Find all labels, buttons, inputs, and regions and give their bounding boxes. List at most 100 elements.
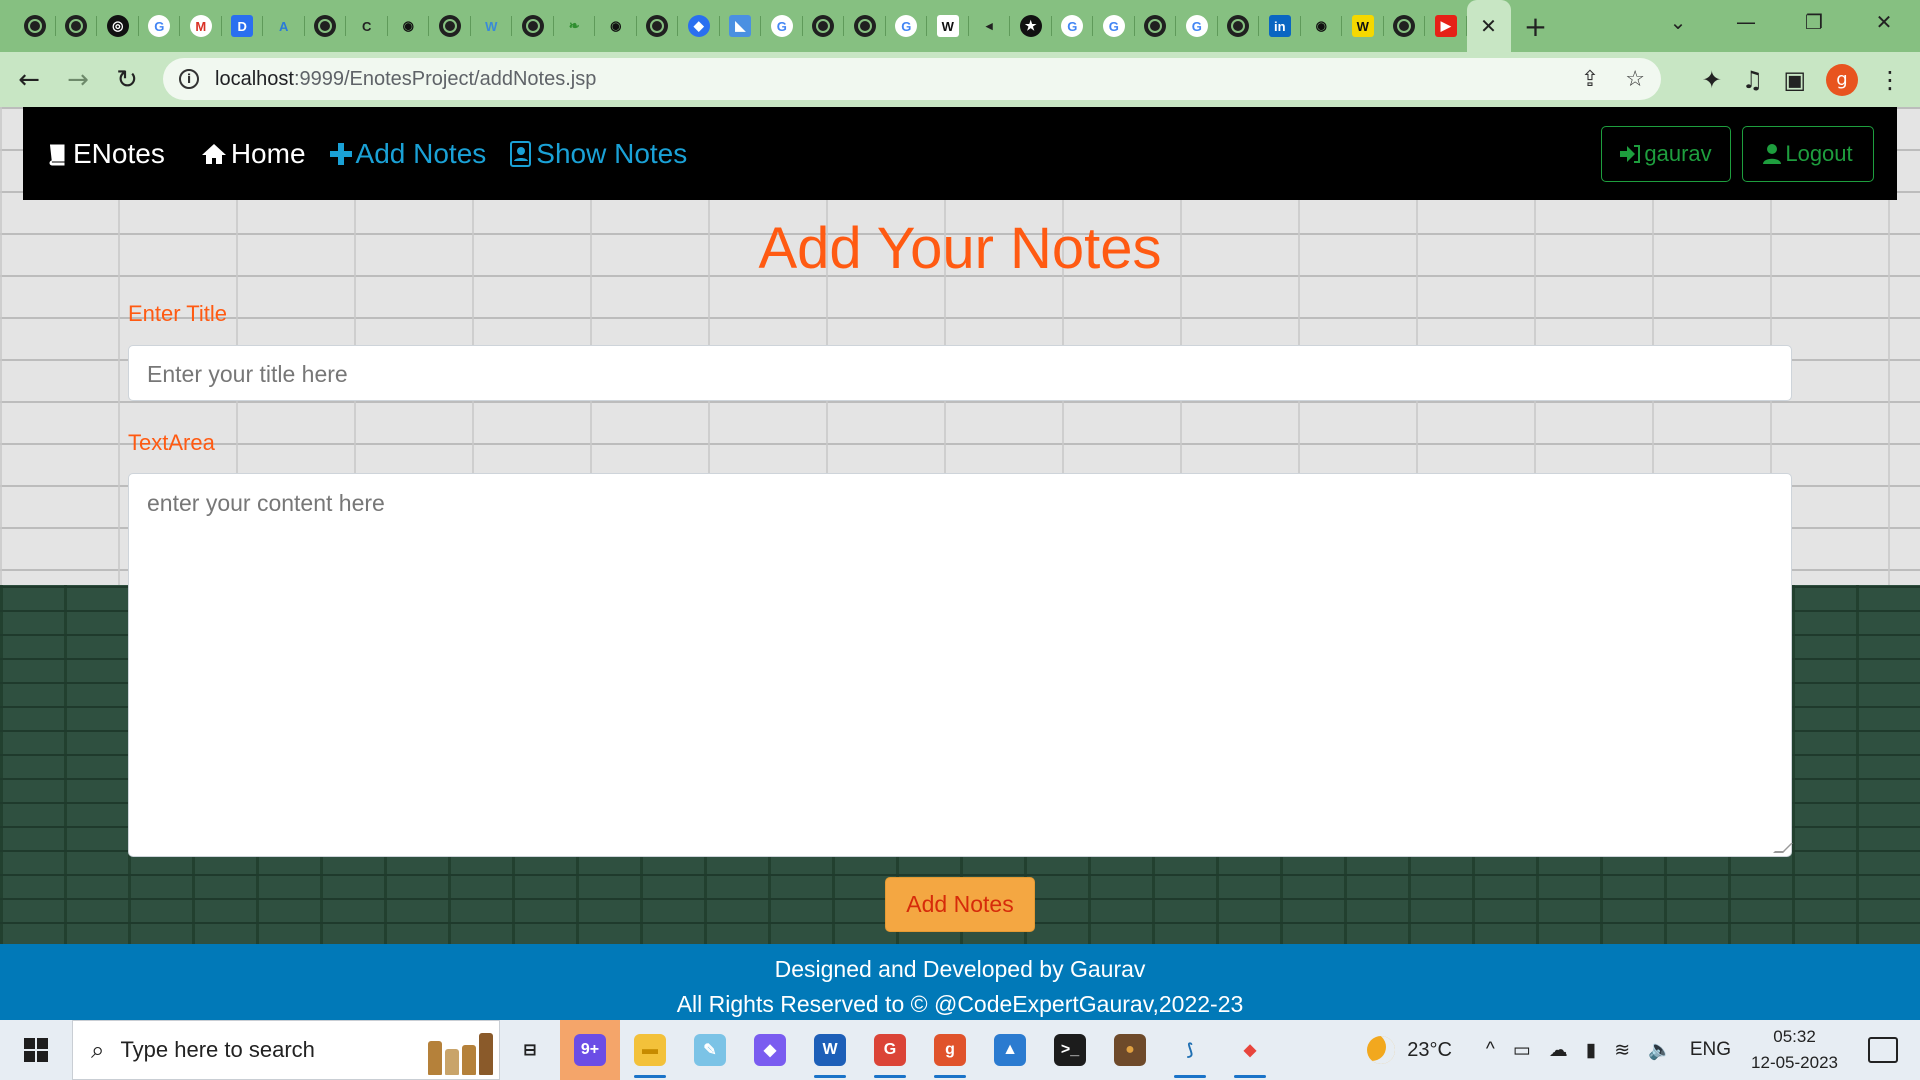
active-tab[interactable]: ✕: [1466, 0, 1511, 52]
browser-tab[interactable]: [1384, 0, 1426, 52]
browser-tab[interactable]: [844, 0, 886, 52]
browser-tab[interactable]: [56, 0, 98, 52]
browser-tab[interactable]: C: [346, 0, 388, 52]
browser-tab[interactable]: W: [927, 0, 969, 52]
browser-tab[interactable]: ◉: [388, 0, 430, 52]
taskbar-app[interactable]: G: [860, 1020, 920, 1080]
side-panel-icon[interactable]: ▣: [1783, 66, 1806, 94]
nav-home[interactable]: Home: [201, 138, 306, 170]
nav-home-label: Home: [230, 137, 306, 169]
browser-tab[interactable]: G: [886, 0, 928, 52]
site-info-icon[interactable]: i: [179, 69, 199, 89]
browser-tab[interactable]: G: [1176, 0, 1218, 52]
meet-now-icon[interactable]: ▭: [1513, 1039, 1531, 1062]
tab-search-button[interactable]: ⌄: [1644, 0, 1712, 44]
minimize-button[interactable]: —: [1712, 0, 1780, 44]
user-button[interactable]: gaurav: [1601, 126, 1731, 182]
codechef-icon: C: [355, 15, 378, 37]
close-window-button[interactable]: ✕: [1850, 0, 1918, 44]
book-icon: [49, 144, 65, 165]
browser-tab[interactable]: W: [471, 0, 513, 52]
content-textarea[interactable]: enter your content here: [128, 473, 1793, 857]
resize-handle[interactable]: [1773, 843, 1793, 853]
browser-tab[interactable]: ◎: [97, 0, 139, 52]
onedrive-icon[interactable]: ☁: [1549, 1039, 1568, 1062]
browser-tab[interactable]: in: [1259, 0, 1301, 52]
extensions-icon[interactable]: ✦: [1702, 66, 1722, 94]
add-notes-button[interactable]: Add Notes: [885, 877, 1035, 932]
browser-tab[interactable]: [305, 0, 347, 52]
browser-tab[interactable]: G: [139, 0, 181, 52]
clock[interactable]: 05:32 12-05-2023: [1751, 1024, 1838, 1076]
browser-tab[interactable]: ◉: [1301, 0, 1343, 52]
task-view-icon: ⊟: [514, 1034, 546, 1066]
bookmark-star-icon[interactable]: ☆: [1625, 67, 1645, 92]
taskbar-app[interactable]: W: [800, 1020, 860, 1080]
back-button[interactable]: ←: [9, 60, 49, 100]
plus-icon: [329, 142, 352, 165]
language-indicator[interactable]: ENG: [1690, 1039, 1731, 1061]
taskbar-app[interactable]: ●: [1100, 1020, 1160, 1080]
taskbar-app[interactable]: g: [920, 1020, 980, 1080]
browser-tab[interactable]: [429, 0, 471, 52]
browser-tab[interactable]: D: [222, 0, 264, 52]
volume-icon[interactable]: 🔈: [1648, 1038, 1672, 1062]
battery-icon[interactable]: ▮: [1586, 1039, 1596, 1062]
wifi-icon[interactable]: ≋: [1614, 1039, 1630, 1062]
taskbar-app[interactable]: ✎: [680, 1020, 740, 1080]
address-bar[interactable]: i localhost:9999/EnotesProject/addNotes.…: [163, 58, 1661, 100]
browser-tab[interactable]: [637, 0, 679, 52]
browser-tab[interactable]: ◆: [678, 0, 720, 52]
google-icon: G: [770, 15, 793, 37]
start-button[interactable]: [0, 1020, 72, 1080]
browser-tab[interactable]: ▶: [1425, 0, 1467, 52]
browser-tab[interactable]: W: [1342, 0, 1384, 52]
taskbar-app[interactable]: ▲: [980, 1020, 1040, 1080]
browser-tab[interactable]: ★: [1010, 0, 1052, 52]
taskbar-app[interactable]: ▬: [620, 1020, 680, 1080]
taskbar-app[interactable]: >_: [1040, 1020, 1100, 1080]
restore-button[interactable]: ❐: [1780, 0, 1848, 44]
browser-tab[interactable]: G: [1052, 0, 1094, 52]
taskbar-app[interactable]: ⊟: [500, 1020, 560, 1080]
browser-tab[interactable]: M: [180, 0, 222, 52]
tab-close-icon[interactable]: ✕: [1480, 14, 1497, 38]
notification-center-icon[interactable]: [1868, 1037, 1898, 1063]
browser-menu-icon[interactable]: ⋮: [1878, 66, 1902, 94]
weather-widget[interactable]: 23°C: [1367, 1036, 1452, 1064]
nav-add-notes[interactable]: Add Notes: [329, 138, 486, 170]
taskbar-app[interactable]: ◆: [740, 1020, 800, 1080]
reload-button[interactable]: ↻: [107, 60, 147, 100]
browser-tab[interactable]: [1135, 0, 1177, 52]
logout-button[interactable]: Logout: [1742, 126, 1874, 182]
taskbar-app[interactable]: ◆: [1220, 1020, 1280, 1080]
browser-tab[interactable]: ❧: [554, 0, 596, 52]
new-tab-button[interactable]: +: [1511, 10, 1561, 43]
browser-tab[interactable]: [14, 0, 56, 52]
taskbar-app[interactable]: 9+: [560, 1020, 620, 1080]
logout-button-label: Logout: [1785, 141, 1853, 166]
browser-tab[interactable]: [1218, 0, 1260, 52]
profile-avatar[interactable]: g: [1826, 63, 1858, 96]
browser-tab[interactable]: ◣: [720, 0, 762, 52]
docs-icon: D: [231, 15, 254, 37]
browser-tab[interactable]: G: [761, 0, 803, 52]
url-text[interactable]: localhost:9999/EnotesProject/addNotes.js…: [215, 68, 596, 91]
browser-tab[interactable]: ◉: [595, 0, 637, 52]
share-icon[interactable]: ⇪: [1581, 67, 1599, 92]
browser-tab[interactable]: [512, 0, 554, 52]
title-input[interactable]: Enter your title here: [128, 345, 1792, 401]
sign-in-icon: [1620, 145, 1641, 163]
linkedin-icon: in: [1268, 15, 1291, 37]
taskbar-app[interactable]: ⟆: [1160, 1020, 1220, 1080]
media-control-icon[interactable]: ♫: [1742, 66, 1764, 94]
browser-tab[interactable]: ◂: [969, 0, 1011, 52]
browser-tab[interactable]: A: [263, 0, 305, 52]
nav-show-notes[interactable]: Show Notes: [510, 138, 687, 170]
brand-link[interactable]: ENotes: [45, 138, 165, 170]
show-hidden-icons-chevron[interactable]: ^: [1486, 1039, 1495, 1061]
browser-tab[interactable]: [803, 0, 845, 52]
forward-button[interactable]: →: [58, 60, 98, 100]
taskbar-search-box[interactable]: ⌕ Type here to search: [72, 1020, 500, 1080]
browser-tab[interactable]: G: [1093, 0, 1135, 52]
